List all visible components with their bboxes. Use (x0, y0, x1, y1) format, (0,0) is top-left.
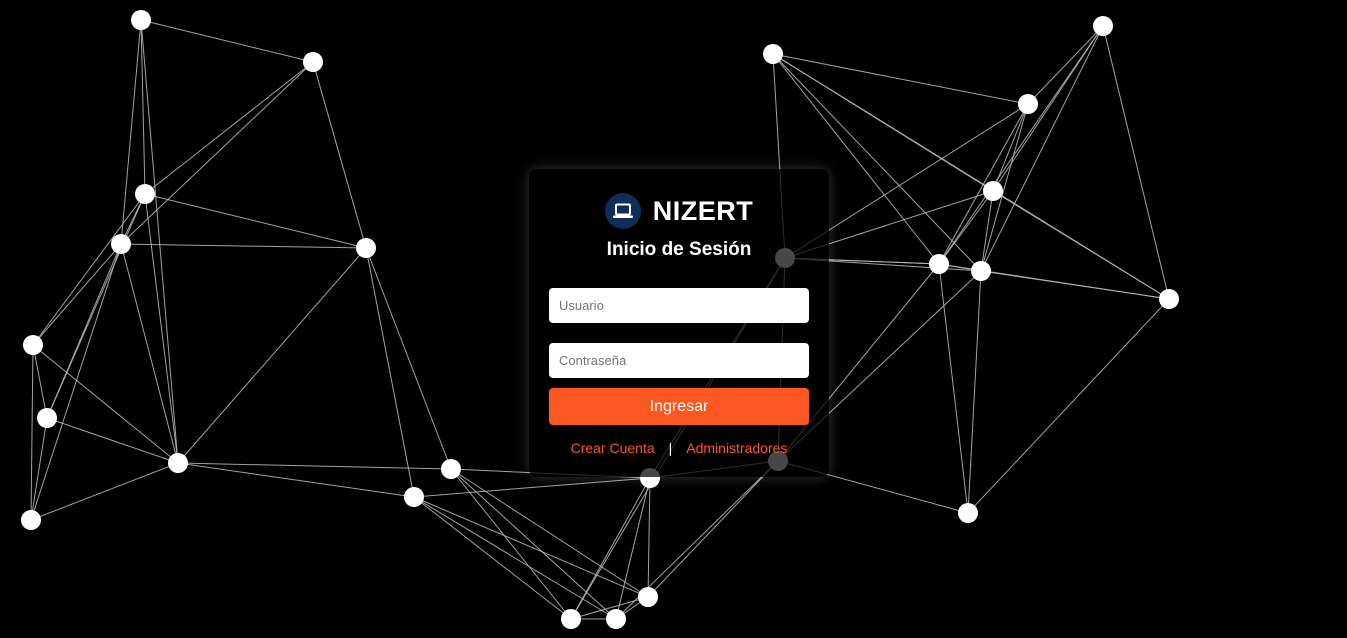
network-edge (992, 103, 1029, 192)
network-edge (177, 462, 452, 470)
network-edge (312, 61, 367, 249)
network-edge (140, 19, 179, 464)
network-edge (120, 243, 179, 464)
network-node (1093, 16, 1113, 36)
network-edge (365, 247, 452, 470)
network-node (441, 459, 461, 479)
network-edge (772, 53, 1029, 105)
network-edge (413, 496, 617, 620)
network-edge (365, 247, 415, 498)
network-edge (413, 496, 649, 598)
network-edge (938, 190, 994, 265)
network-node (958, 503, 978, 523)
network-edge (30, 417, 48, 521)
network-node (929, 254, 949, 274)
network-edge (967, 270, 982, 514)
network-edge (980, 270, 1170, 300)
network-node (356, 238, 376, 258)
create-account-link[interactable]: Crear Cuenta (571, 440, 655, 456)
brand-name: NIZERT (652, 195, 754, 226)
network-edge (450, 468, 572, 620)
network-edge (413, 477, 651, 498)
network-edge (120, 61, 314, 245)
network-edge (450, 468, 649, 598)
login-button[interactable]: Ingresar (549, 388, 809, 425)
network-node (606, 609, 626, 629)
password-input[interactable] (549, 343, 809, 378)
network-edge (772, 53, 1170, 300)
network-edge (32, 344, 48, 419)
network-edge (980, 25, 1104, 272)
network-node (23, 335, 43, 355)
network-node (168, 453, 188, 473)
network-node (561, 609, 581, 629)
network-edge (413, 496, 572, 620)
username-input[interactable] (549, 288, 809, 323)
network-edge (450, 468, 617, 620)
network-edge (177, 247, 367, 464)
network-edge (32, 243, 122, 346)
network-node (971, 261, 991, 281)
network-edge (120, 243, 367, 249)
network-node (763, 44, 783, 64)
network-edge (144, 193, 367, 249)
link-separator: | (668, 440, 673, 456)
network-edge (647, 460, 779, 598)
login-card: NIZERT Inicio de Sesión Ingresar Crear C… (529, 169, 829, 477)
network-node (638, 587, 658, 607)
network-node (131, 10, 151, 30)
network-node (404, 487, 424, 507)
auth-links: Crear Cuenta | Administradores (549, 440, 809, 456)
network-edge (1102, 25, 1170, 300)
network-node (303, 52, 323, 72)
network-edge (30, 243, 122, 521)
network-node (37, 408, 57, 428)
brand-header: NIZERT (549, 191, 809, 231)
network-edge (177, 462, 415, 498)
network-edge (938, 263, 969, 514)
network-node (111, 234, 131, 254)
network-edge (46, 417, 179, 464)
network-edge (1027, 25, 1104, 105)
laptop-icon (604, 193, 641, 229)
network-edge (140, 19, 314, 63)
network-edge (30, 462, 179, 521)
network-node (1159, 289, 1179, 309)
network-edge (46, 243, 122, 419)
network-edge (144, 193, 179, 464)
network-edge (144, 61, 314, 195)
network-edge (30, 344, 34, 521)
network-edge (967, 298, 1170, 514)
network-edge (32, 344, 179, 464)
network-edge (647, 477, 651, 598)
network-node (983, 181, 1003, 201)
administrators-link[interactable]: Administradores (686, 440, 787, 456)
network-node (1018, 94, 1038, 114)
network-node (135, 184, 155, 204)
login-title: Inicio de Sesión (606, 239, 752, 260)
network-node (21, 510, 41, 530)
